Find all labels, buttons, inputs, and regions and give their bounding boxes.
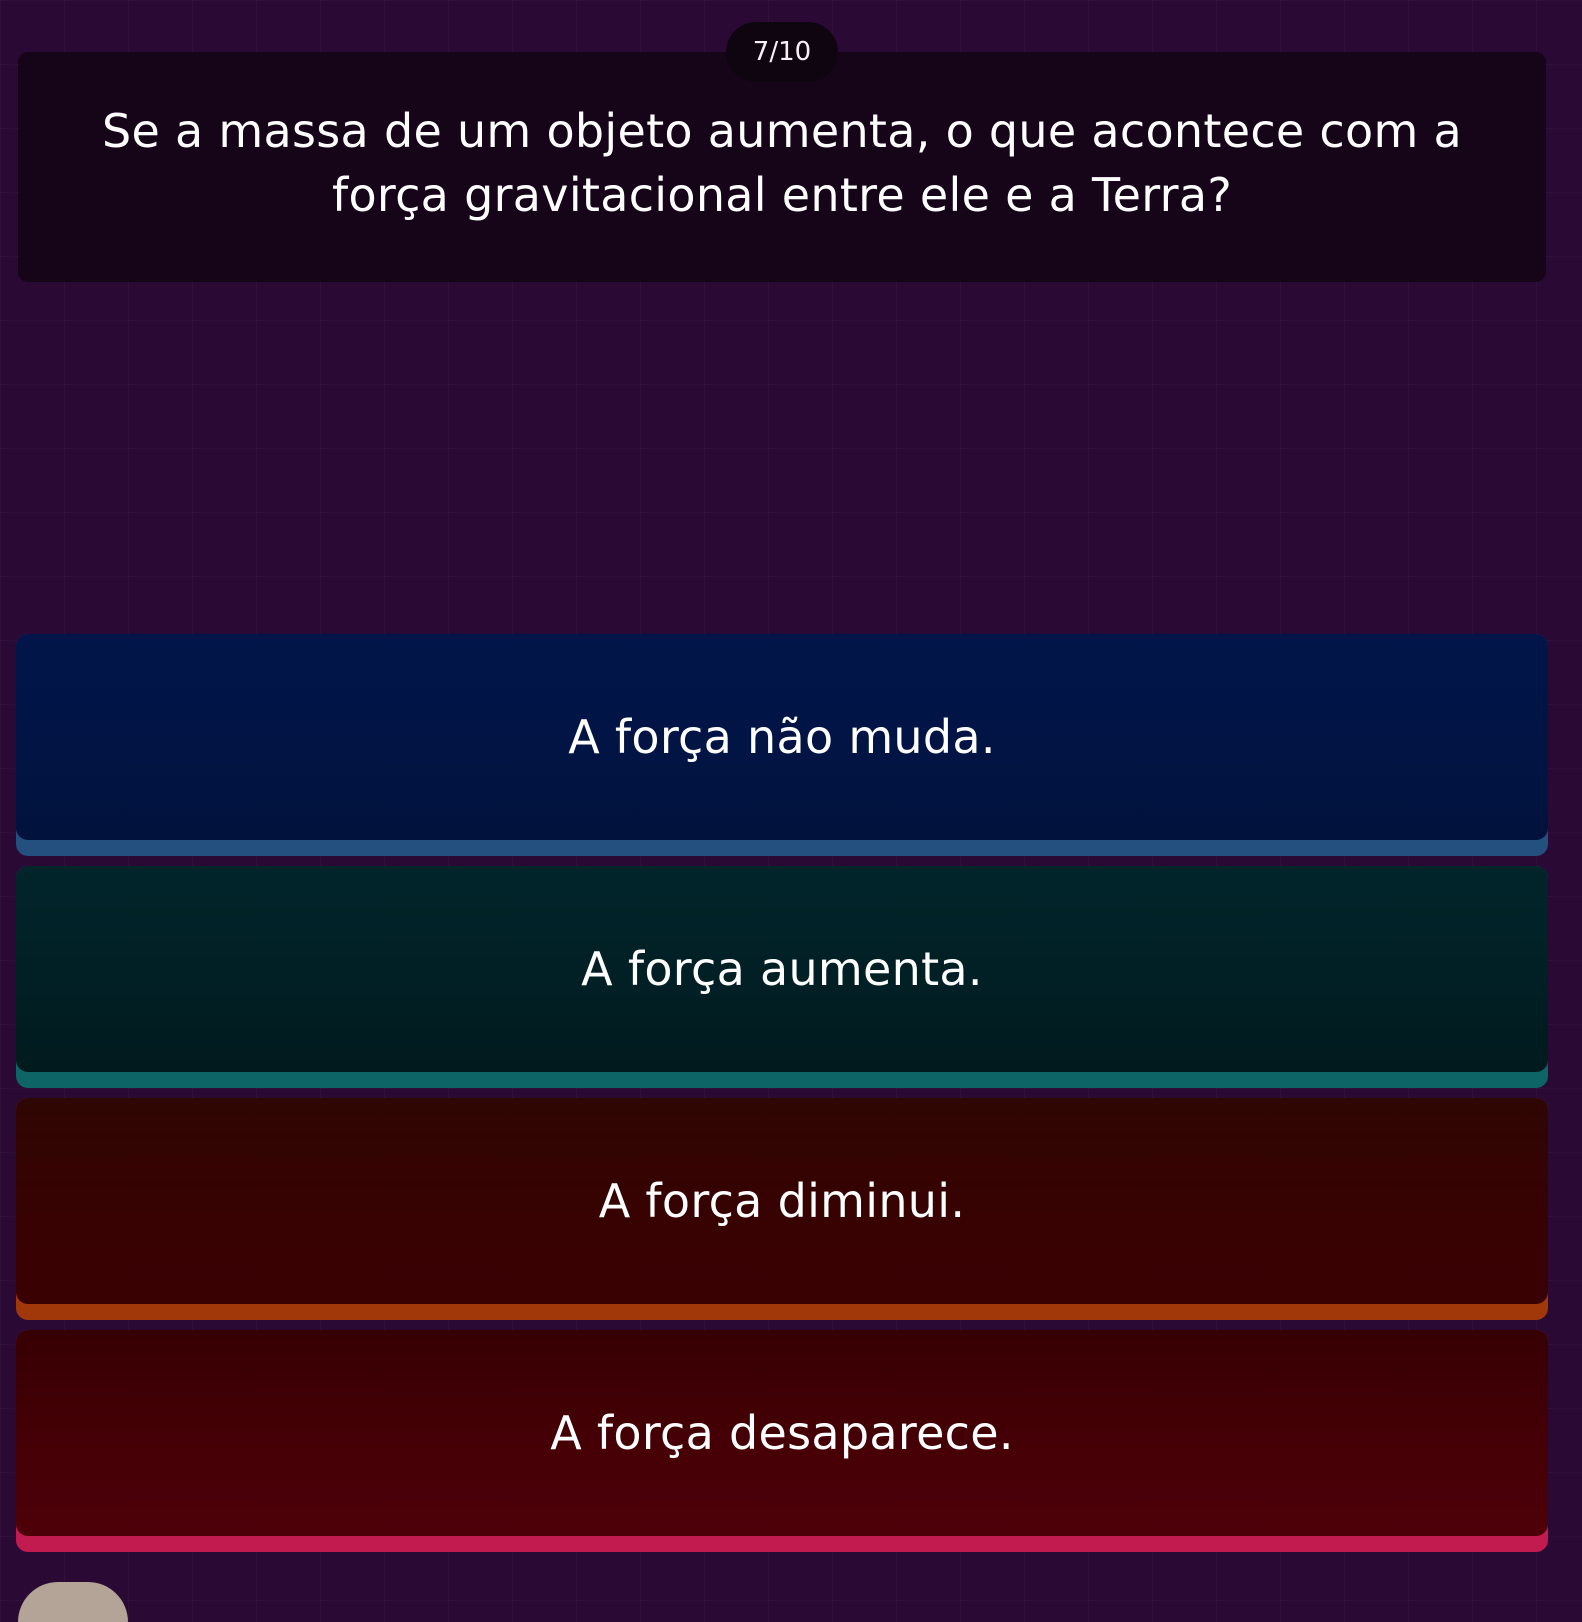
answer-option-4[interactable]: A força desaparece.: [16, 1330, 1548, 1552]
answer-option-1-face[interactable]: A força não muda.: [16, 634, 1548, 840]
question-counter: 7/10: [726, 22, 838, 82]
answer-option-3-face[interactable]: A força diminui.: [16, 1098, 1548, 1304]
answer-option-1[interactable]: A força não muda.: [16, 634, 1548, 856]
avatar: [18, 1582, 128, 1622]
answer-option-3[interactable]: A força diminui.: [16, 1098, 1548, 1320]
answer-option-1-label: A força não muda.: [568, 710, 996, 764]
answer-option-2[interactable]: A força aumenta.: [16, 866, 1548, 1088]
question-card: Se a massa de um objeto aumenta, o que a…: [18, 52, 1546, 282]
answer-option-4-label: A força desaparece.: [550, 1406, 1014, 1460]
question-text: Se a massa de um objeto aumenta, o que a…: [101, 104, 1462, 222]
answer-option-2-face[interactable]: A força aumenta.: [16, 866, 1548, 1072]
answer-option-2-label: A força aumenta.: [581, 942, 983, 996]
answer-option-4-face[interactable]: A força desaparece.: [16, 1330, 1548, 1536]
answer-option-3-label: A força diminui.: [598, 1174, 966, 1228]
